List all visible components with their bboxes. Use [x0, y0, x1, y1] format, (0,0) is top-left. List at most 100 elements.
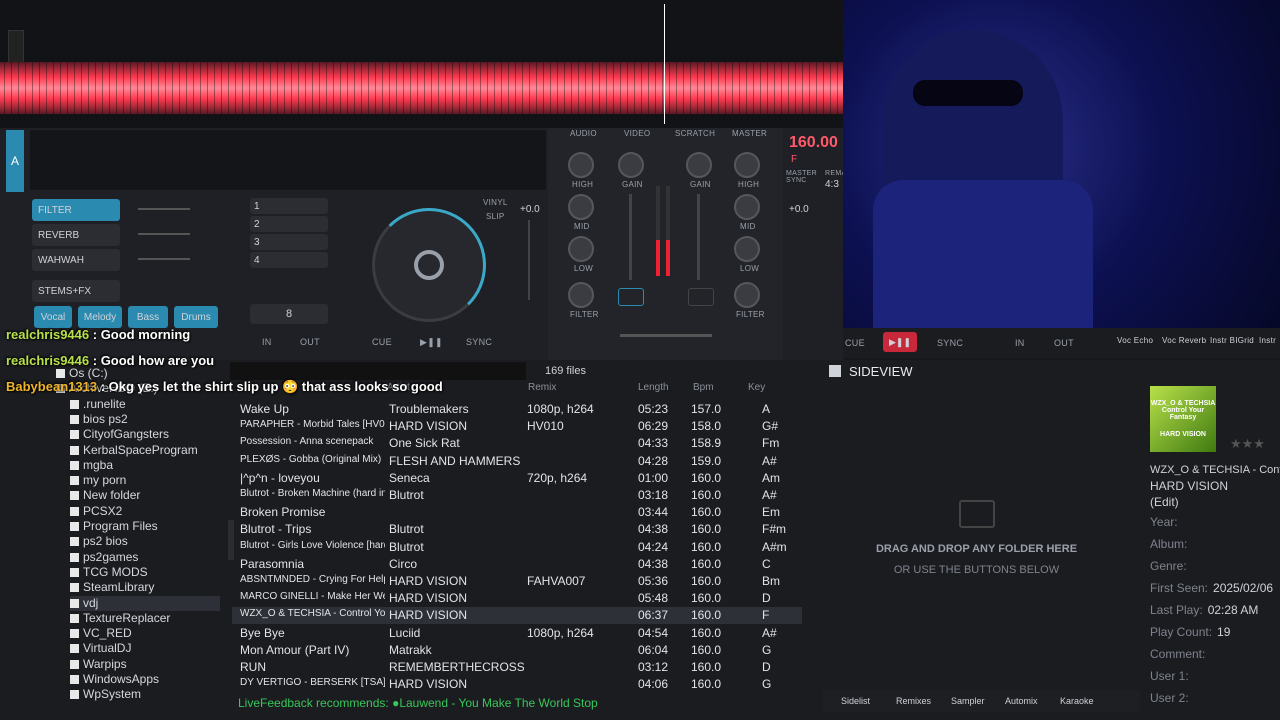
- filter-knob-right[interactable]: [734, 282, 760, 308]
- table-row[interactable]: Parasomnia Circo 04:38 160.0 C: [232, 556, 802, 573]
- hotcue-1[interactable]: 1: [250, 198, 328, 214]
- folder-tree-item[interactable]: CityofGangsters: [70, 427, 169, 442]
- sync-button[interactable]: SYNC: [466, 337, 492, 347]
- loop-length[interactable]: 8: [250, 304, 328, 324]
- out-button-right[interactable]: OUT: [1054, 338, 1074, 348]
- waveform-strip[interactable]: [0, 62, 843, 114]
- folder-tree-item[interactable]: Warpips: [70, 657, 127, 672]
- in-button-right[interactable]: IN: [1015, 338, 1025, 348]
- play-pause-button[interactable]: ▶❚❚: [420, 337, 443, 348]
- hotcue-4[interactable]: 4: [250, 252, 328, 268]
- tab-master[interactable]: MASTER: [732, 129, 767, 138]
- waveform-overview[interactable]: [0, 0, 843, 128]
- table-row[interactable]: ABSNTMNDED - Crying For Help [F... HARD V…: [232, 573, 802, 590]
- volume-fader-left[interactable]: [629, 194, 632, 280]
- in-button[interactable]: IN: [262, 337, 272, 347]
- stem-drums-button[interactable]: Drums: [174, 306, 218, 328]
- sample-instr-bigrid[interactable]: Instr BIGrid: [1210, 336, 1254, 345]
- tab-automix[interactable]: Automix: [1005, 696, 1038, 706]
- table-row[interactable]: Blutrot - Broken Machine (hard indu... Bl…: [232, 487, 802, 504]
- folder-tree-item[interactable]: PCSX2: [70, 504, 122, 519]
- search-input[interactable]: [230, 362, 526, 380]
- fx-slot-2[interactable]: REVERB: [32, 224, 120, 246]
- volume-fader-right[interactable]: [697, 194, 700, 280]
- folder-tree-item[interactable]: mgba: [70, 458, 113, 473]
- filter-knob-left[interactable]: [568, 282, 594, 308]
- gain-knob-left[interactable]: [618, 152, 644, 178]
- col-length[interactable]: Length: [638, 382, 669, 398]
- fx-slider-3[interactable]: [138, 258, 190, 260]
- eq-mid-knob-left[interactable]: [568, 194, 594, 220]
- folder-tree-item[interactable]: TextureReplacer: [70, 611, 170, 626]
- master-sync-label[interactable]: MASTER SYNC: [786, 170, 822, 184]
- tab-remixes[interactable]: Remixes: [896, 696, 931, 706]
- fx-slot-3[interactable]: WAHWAH: [32, 249, 120, 271]
- table-row[interactable]: Blutrot - Girls Love Violence [hard in..…: [232, 539, 802, 556]
- eq-low-knob-left[interactable]: [568, 236, 594, 262]
- folder-tree-item[interactable]: VC_RED: [70, 626, 132, 641]
- folder-tree-item[interactable]: Program Files: [70, 519, 158, 534]
- table-row[interactable]: MARCO GINELLI - Make Her Wet... HARD VISI…: [232, 590, 802, 607]
- tab-sidelist[interactable]: Sidelist: [841, 696, 870, 706]
- folder-tree-item[interactable]: .runelite: [70, 397, 126, 412]
- table-row[interactable]: Broken Promise 03:44 160.0 Em: [232, 504, 802, 521]
- table-row[interactable]: Possession - Anna scenepack One Sick Rat 0…: [232, 435, 802, 452]
- table-row[interactable]: PLEXØS - Gobba (Original Mix) FLESH AND H…: [232, 453, 802, 470]
- table-row[interactable]: PARAPHER - Morbid Tales [HV010] HARD VISI…: [232, 418, 802, 435]
- folder-tree-item[interactable]: New folder: [70, 488, 140, 503]
- table-row[interactable]: |^p^n - loveyou Seneca 720p, h264 01:00 160.…: [232, 470, 802, 487]
- stems-fx-button[interactable]: STEMS+FX: [32, 280, 120, 302]
- folder-tree-item[interactable]: VirtualDJ: [70, 641, 131, 656]
- rating-stars-icon[interactable]: ★★★: [1230, 436, 1265, 452]
- cue-button-right[interactable]: CUE: [845, 338, 865, 348]
- table-row[interactable]: Mon Amour (Part IV) Matrakk 06:04 160.0 G: [232, 642, 802, 659]
- folder-tree-item[interactable]: my porn: [70, 473, 126, 488]
- headphone-cue-right-icon[interactable]: [688, 288, 714, 306]
- tab-karaoke[interactable]: Karaoke: [1060, 696, 1094, 706]
- col-bpm[interactable]: Bpm: [693, 382, 714, 398]
- folder-tree-item[interactable]: KerbalSpaceProgram: [70, 443, 198, 458]
- table-row[interactable]: DY VERTIGO - BERSERK [TSA] HARD VISION 04:…: [232, 676, 802, 693]
- tab-scratch[interactable]: SCRATCH: [675, 129, 715, 138]
- sample-voc-reverb[interactable]: Voc Reverb: [1162, 336, 1206, 345]
- stem-bass-button[interactable]: Bass: [128, 306, 168, 328]
- table-row[interactable]: Blutrot - Trips Blutrot 04:38 160.0 F#m: [232, 521, 802, 538]
- vinyl-toggle[interactable]: VINYL: [483, 198, 508, 207]
- eq-high-knob-right[interactable]: [734, 152, 760, 178]
- stem-melody-button[interactable]: Melody: [78, 306, 122, 328]
- col-key[interactable]: Key: [748, 382, 765, 398]
- hotcue-2[interactable]: 2: [250, 216, 328, 232]
- eq-high-knob-left[interactable]: [568, 152, 594, 178]
- hotcue-3[interactable]: 3: [250, 234, 328, 250]
- out-button[interactable]: OUT: [300, 337, 320, 347]
- fx-slider-1[interactable]: [138, 208, 190, 210]
- folder-tree-item[interactable]: TCG MODS: [70, 565, 148, 580]
- fx-slot-1[interactable]: FILTER: [32, 199, 120, 221]
- folder-tree-item[interactable]: WindowsApps: [70, 672, 159, 687]
- folder-tree-item[interactable]: WpSystem: [70, 687, 141, 702]
- gain-knob-right[interactable]: [686, 152, 712, 178]
- folder-tree-item[interactable]: ps2 bios: [70, 534, 128, 549]
- folder-tree-item[interactable]: vdj: [70, 595, 220, 611]
- tab-audio[interactable]: AUDIO: [570, 129, 597, 138]
- tab-video[interactable]: VIDEO: [624, 129, 650, 138]
- headphone-cue-left-icon[interactable]: [618, 288, 644, 306]
- eq-low-knob-right[interactable]: [734, 236, 760, 262]
- table-row[interactable]: Wake Up Troublemakers 1080p, h264 05:23 157.…: [232, 401, 802, 418]
- crossfader[interactable]: [620, 334, 712, 337]
- tab-sampler[interactable]: Sampler: [951, 696, 985, 706]
- deck-a-badge[interactable]: A: [6, 130, 24, 192]
- table-row[interactable]: RUN REMEMBERTHECROSS 03:12 160.0 D: [232, 659, 802, 676]
- table-row[interactable]: WZX_O & TECHSIA - Control Your Fan HARD V…: [232, 607, 802, 625]
- play-pause-button-right[interactable]: ▶❚❚: [883, 332, 917, 352]
- pitch-slider[interactable]: [528, 220, 530, 300]
- sample-instr[interactable]: Instr: [1259, 336, 1276, 345]
- slip-toggle[interactable]: SLIP: [486, 212, 505, 221]
- fx-slider-2[interactable]: [138, 233, 190, 235]
- stem-vocal-button[interactable]: Vocal: [34, 306, 72, 328]
- col-remix[interactable]: Remix: [528, 382, 556, 398]
- eq-mid-knob-right[interactable]: [734, 194, 760, 220]
- folder-tree-item[interactable]: ps2games: [70, 550, 138, 565]
- sync-button-right[interactable]: SYNC: [937, 338, 963, 348]
- livefeedback-bar[interactable]: LiveFeedback recommends: ●Lauwend - You …: [238, 696, 803, 712]
